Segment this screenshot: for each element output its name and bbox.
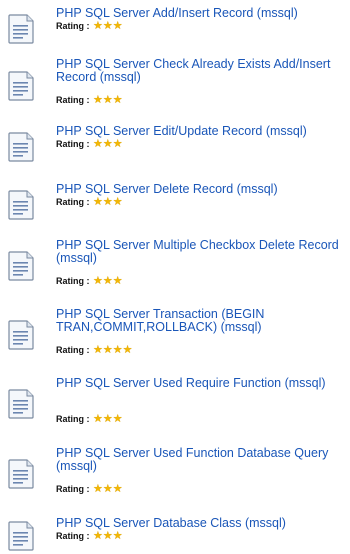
- rating-row: Rating : ★★★: [56, 483, 123, 495]
- star-icon: ★: [102, 94, 113, 106]
- rating-label: Rating :: [56, 484, 92, 494]
- star-icon: ★: [93, 20, 103, 32]
- star-icon: ★: [102, 138, 113, 150]
- document-icon[interactable]: [7, 71, 35, 101]
- star-icon: ★: [102, 344, 113, 356]
- rating-stars: ★★★: [93, 275, 123, 287]
- list-item: PHP SQL Server Database Class (mssql) Ra…: [0, 517, 350, 553]
- rating-stars: ★★★: [93, 94, 123, 106]
- article-title-link[interactable]: PHP SQL Server Transaction (BEGIN TRAN,C…: [56, 308, 348, 334]
- document-icon[interactable]: [7, 14, 35, 44]
- star-icon: ★: [93, 94, 103, 106]
- star-icon: ★: [112, 275, 123, 287]
- star-icon: ★: [112, 344, 123, 356]
- rating-row: Rating : ★★★: [56, 530, 123, 542]
- article-title-link[interactable]: PHP SQL Server Add/Insert Record (mssql): [56, 7, 348, 20]
- star-icon: ★: [112, 138, 123, 150]
- document-icon[interactable]: [7, 521, 35, 551]
- star-icon: ★: [102, 413, 113, 425]
- list-item: PHP SQL Server Add/Insert Record (mssql)…: [0, 7, 350, 47]
- star-icon: ★: [93, 138, 103, 150]
- document-icon[interactable]: [7, 190, 35, 220]
- rating-stars: ★★★: [93, 413, 123, 425]
- star-icon: ★: [122, 344, 133, 356]
- article-title-link[interactable]: PHP SQL Server Database Class (mssql): [56, 517, 348, 530]
- article-title-link[interactable]: PHP SQL Server Used Function Database Qu…: [56, 447, 348, 473]
- article-list: PHP SQL Server Add/Insert Record (mssql)…: [0, 0, 350, 554]
- star-icon: ★: [112, 94, 123, 106]
- star-icon: ★: [112, 483, 123, 495]
- article-title-link[interactable]: PHP SQL Server Check Already Exists Add/…: [56, 58, 348, 84]
- list-item: PHP SQL Server Multiple Checkbox Delete …: [0, 239, 350, 291]
- list-item: PHP SQL Server Check Already Exists Add/…: [0, 58, 350, 110]
- rating-label: Rating :: [56, 276, 92, 286]
- list-item: PHP SQL Server Used Function Database Qu…: [0, 447, 350, 499]
- star-icon: ★: [102, 20, 113, 32]
- rating-row: Rating : ★★★★: [56, 344, 133, 356]
- rating-stars: ★★★: [93, 196, 123, 208]
- star-icon: ★: [112, 196, 123, 208]
- rating-label: Rating :: [56, 345, 92, 355]
- document-icon[interactable]: [7, 251, 35, 281]
- star-icon: ★: [112, 20, 123, 32]
- star-icon: ★: [112, 530, 123, 542]
- rating-stars: ★★★: [93, 483, 123, 495]
- rating-row: Rating : ★★★: [56, 413, 123, 425]
- star-icon: ★: [102, 530, 113, 542]
- rating-label: Rating :: [56, 139, 92, 149]
- rating-row: Rating : ★★★: [56, 275, 123, 287]
- star-icon: ★: [93, 483, 103, 495]
- rating-stars: ★★★: [93, 530, 123, 542]
- star-icon: ★: [93, 344, 103, 356]
- document-icon[interactable]: [7, 132, 35, 162]
- star-icon: ★: [93, 275, 103, 287]
- document-icon[interactable]: [7, 389, 35, 419]
- star-icon: ★: [112, 413, 123, 425]
- star-icon: ★: [102, 196, 113, 208]
- list-item: PHP SQL Server Used Require Function (ms…: [0, 377, 350, 429]
- star-icon: ★: [93, 530, 103, 542]
- article-title-link[interactable]: PHP SQL Server Delete Record (mssql): [56, 183, 348, 196]
- rating-stars: ★★★: [93, 138, 123, 150]
- star-icon: ★: [102, 275, 113, 287]
- rating-label: Rating :: [56, 531, 92, 541]
- rating-row: Rating : ★★★: [56, 94, 123, 106]
- star-icon: ★: [93, 196, 103, 208]
- rating-stars: ★★★★: [93, 344, 133, 356]
- list-item: PHP SQL Server Edit/Update Record (mssql…: [0, 125, 350, 165]
- star-icon: ★: [102, 483, 113, 495]
- rating-row: Rating : ★★★: [56, 196, 123, 208]
- document-icon[interactable]: [7, 320, 35, 350]
- rating-row: Rating : ★★★: [56, 138, 123, 150]
- rating-stars: ★★★: [93, 20, 123, 32]
- article-title-link[interactable]: PHP SQL Server Used Require Function (ms…: [56, 377, 348, 390]
- article-title-link[interactable]: PHP SQL Server Multiple Checkbox Delete …: [56, 239, 348, 265]
- star-icon: ★: [93, 413, 103, 425]
- list-item: PHP SQL Server Delete Record (mssql) Rat…: [0, 183, 350, 223]
- rating-label: Rating :: [56, 197, 92, 207]
- rating-label: Rating :: [56, 414, 92, 424]
- rating-label: Rating :: [56, 95, 92, 105]
- rating-label: Rating :: [56, 21, 92, 31]
- rating-row: Rating : ★★★: [56, 20, 123, 32]
- document-icon[interactable]: [7, 459, 35, 489]
- list-item: PHP SQL Server Transaction (BEGIN TRAN,C…: [0, 308, 350, 360]
- article-title-link[interactable]: PHP SQL Server Edit/Update Record (mssql…: [56, 125, 348, 138]
